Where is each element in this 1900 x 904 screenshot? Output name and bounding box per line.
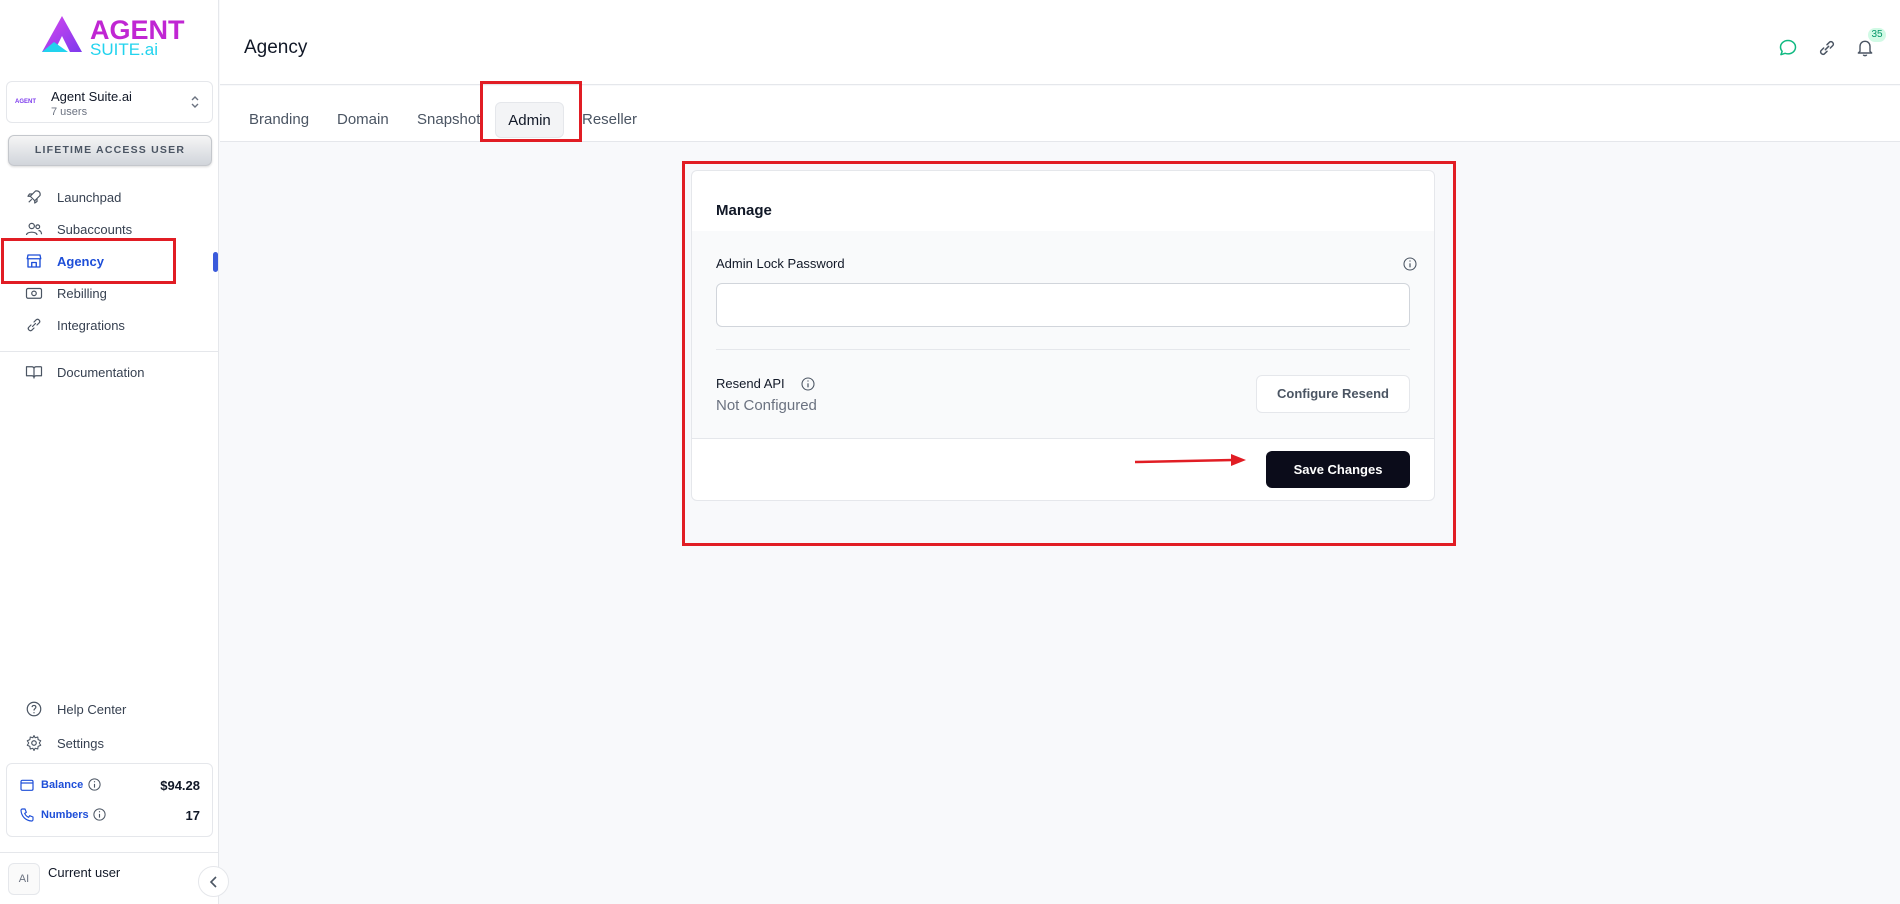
balance-panel: Balance $94.28 Numbers 17 (6, 763, 213, 837)
admin-lock-password-input[interactable] (716, 283, 1410, 327)
section-divider (716, 349, 1410, 350)
info-icon[interactable] (1402, 256, 1418, 272)
info-icon[interactable] (92, 807, 107, 822)
book-icon (25, 366, 43, 379)
phone-icon (20, 808, 34, 822)
tab-snapshot[interactable]: Snapshot (417, 102, 480, 138)
link-icon[interactable] (1817, 38, 1837, 58)
sidebar-item-label: Help Center (57, 702, 127, 717)
brand-line-2: SUITE.ai (90, 40, 159, 59)
sidebar: AGENT SUITE.ai AGENT Agent Suite.ai 7 us… (0, 0, 219, 904)
sidebar-item-launchpad[interactable]: Launchpad (0, 182, 218, 212)
sidebar-item-label: Agency (57, 254, 104, 269)
sidebar-item-label: Settings (57, 736, 104, 751)
configure-resend-button[interactable]: Configure Resend (1256, 375, 1410, 413)
sidebar-item-agency[interactable]: Agency (0, 246, 218, 276)
manage-card: Manage Admin Lock Password Resend API No… (691, 170, 1435, 501)
balance-label: Balance (41, 779, 84, 791)
active-indicator (213, 252, 218, 272)
store-icon (26, 254, 42, 268)
users-icon (25, 222, 43, 236)
card-body: Admin Lock Password Resend API Not Confi… (692, 231, 1434, 438)
tab-reseller[interactable]: Reseller (582, 102, 637, 138)
tab-admin[interactable]: Admin (495, 102, 564, 138)
admin-lock-password-label: Admin Lock Password (716, 256, 845, 271)
balance-row[interactable]: Balance $94.28 (7, 774, 212, 798)
workspace-name: Agent Suite.ai (51, 89, 132, 104)
page-title: Agency (244, 37, 308, 58)
card-footer-divider (692, 438, 1434, 439)
info-icon[interactable] (87, 777, 102, 792)
sidebar-item-label: Rebilling (57, 286, 107, 301)
sidebar-item-label: Launchpad (57, 190, 122, 205)
help-circle-icon (26, 701, 42, 717)
resend-api-label: Resend API (716, 376, 785, 391)
gear-icon (26, 734, 42, 752)
current-user-name: Current user (48, 865, 121, 880)
workspace-logo: AGENT (15, 99, 36, 105)
resend-api-status: Not Configured (716, 397, 817, 414)
rocket-icon (27, 190, 41, 204)
numbers-label: Numbers (41, 809, 89, 821)
chat-icon[interactable] (1778, 38, 1798, 58)
workspace-switcher[interactable]: AGENT Agent Suite.ai 7 users (6, 81, 213, 123)
workspace-user-count: 7 users (51, 106, 88, 118)
card-title: Manage (716, 202, 772, 219)
page-header: Agency 35 (220, 0, 1900, 85)
info-icon[interactable] (800, 376, 816, 392)
lifetime-access-badge[interactable]: LIFETIME ACCESS USER (8, 135, 212, 166)
sidebar-divider (0, 351, 218, 352)
sidebar-item-label: Subaccounts (57, 222, 133, 237)
sidebar-item-integrations[interactable]: Integrations (0, 310, 218, 340)
tab-domain[interactable]: Domain (337, 102, 389, 138)
money-icon (25, 287, 43, 299)
chevron-left-icon (209, 876, 217, 888)
arrow-annotation-icon (1134, 454, 1246, 466)
tab-branding[interactable]: Branding (249, 102, 309, 138)
numbers-row[interactable]: Numbers 17 (7, 804, 212, 828)
chevron-updown-icon (190, 94, 200, 111)
sidebar-item-documentation[interactable]: Documentation (0, 357, 218, 387)
sidebar-item-label: Documentation (57, 365, 145, 380)
sidebar-item-help-center[interactable]: Help Center (0, 694, 218, 724)
collapse-sidebar-button[interactable] (198, 866, 229, 897)
sidebar-item-settings[interactable]: Settings (0, 728, 218, 758)
wallet-icon (20, 779, 34, 791)
numbers-value: 17 (185, 808, 200, 823)
link-icon (27, 318, 41, 332)
sidebar-item-subaccounts[interactable]: Subaccounts (0, 214, 218, 244)
brand-logo[interactable]: AGENT SUITE.ai (40, 14, 190, 59)
sidebar-item-rebilling[interactable]: Rebilling (0, 278, 218, 308)
avatar: AI (8, 863, 40, 895)
tab-bar: Branding Domain Snapshot Admin Reseller (220, 86, 1900, 142)
logo-mark-icon (42, 16, 82, 52)
notification-count-badge: 35 (1868, 28, 1886, 42)
balance-value: $94.28 (160, 778, 200, 793)
current-user-row[interactable]: AI Current user (0, 852, 218, 904)
save-changes-button[interactable]: Save Changes (1266, 451, 1410, 488)
sidebar-item-label: Integrations (57, 318, 125, 333)
